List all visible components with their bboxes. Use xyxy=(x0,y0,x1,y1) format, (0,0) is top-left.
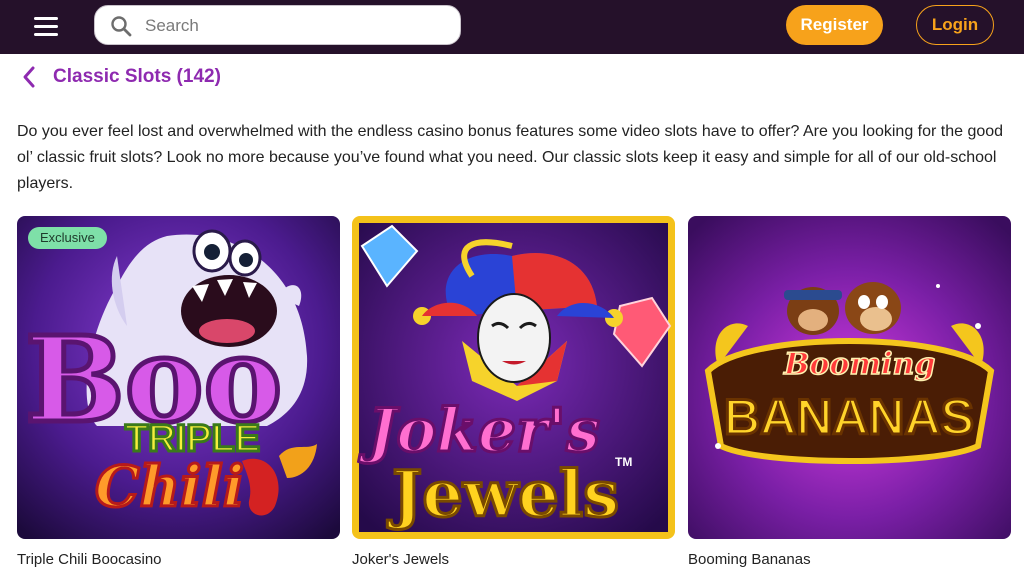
game-title[interactable]: Booming Bananas xyxy=(688,551,811,568)
artwork-title-line2: BANANAS xyxy=(724,389,974,445)
game-title[interactable]: Triple Chili Boocasino xyxy=(17,551,162,568)
game-card-triple-chili-boocasino[interactable]: Boo TRIPLE Chili Exclusive Triple Chili … xyxy=(17,216,340,568)
game-card-jokers-jewels[interactable]: Joker's Jewels TM Joker's Jewels xyxy=(352,216,675,568)
chevron-left-icon[interactable] xyxy=(18,64,42,90)
game-artwork: Booming BANANAS xyxy=(688,216,1011,539)
exclusive-badge: Exclusive xyxy=(28,227,107,249)
search-input[interactable] xyxy=(143,14,447,38)
game-title[interactable]: Joker's Jewels xyxy=(352,551,449,568)
top-bar: Register Login xyxy=(0,0,1024,54)
game-card-booming-bananas[interactable]: Booming BANANAS Booming Bananas xyxy=(688,216,1011,568)
game-thumbnail[interactable]: Joker's Jewels TM xyxy=(352,216,675,539)
game-artwork: Joker's Jewels TM xyxy=(352,216,675,539)
artwork-title-line1: Booming xyxy=(783,347,935,382)
page-title: Classic Slots (142) xyxy=(53,66,221,87)
search-icon xyxy=(111,16,132,37)
game-artwork: Boo TRIPLE Chili xyxy=(17,216,340,539)
search-box[interactable] xyxy=(94,5,461,45)
login-button[interactable]: Login xyxy=(916,5,994,45)
category-description: Do you ever feel lost and overwhelmed wi… xyxy=(17,123,1004,192)
menu-button[interactable] xyxy=(34,17,58,37)
menu-icon-line xyxy=(34,33,58,36)
artwork-title-line1: Joker's xyxy=(358,396,600,466)
menu-icon-line xyxy=(34,17,58,20)
artwork-title-line3: Chili xyxy=(95,454,244,520)
artwork-trademark: TM xyxy=(615,455,632,469)
artwork-title-line2: Jewels xyxy=(387,457,619,532)
game-thumbnail[interactable]: Booming BANANAS xyxy=(688,216,1011,539)
game-thumbnail[interactable]: Boo TRIPLE Chili Exclusive xyxy=(17,216,340,539)
register-button[interactable]: Register xyxy=(786,5,883,45)
menu-icon-line xyxy=(34,25,58,28)
